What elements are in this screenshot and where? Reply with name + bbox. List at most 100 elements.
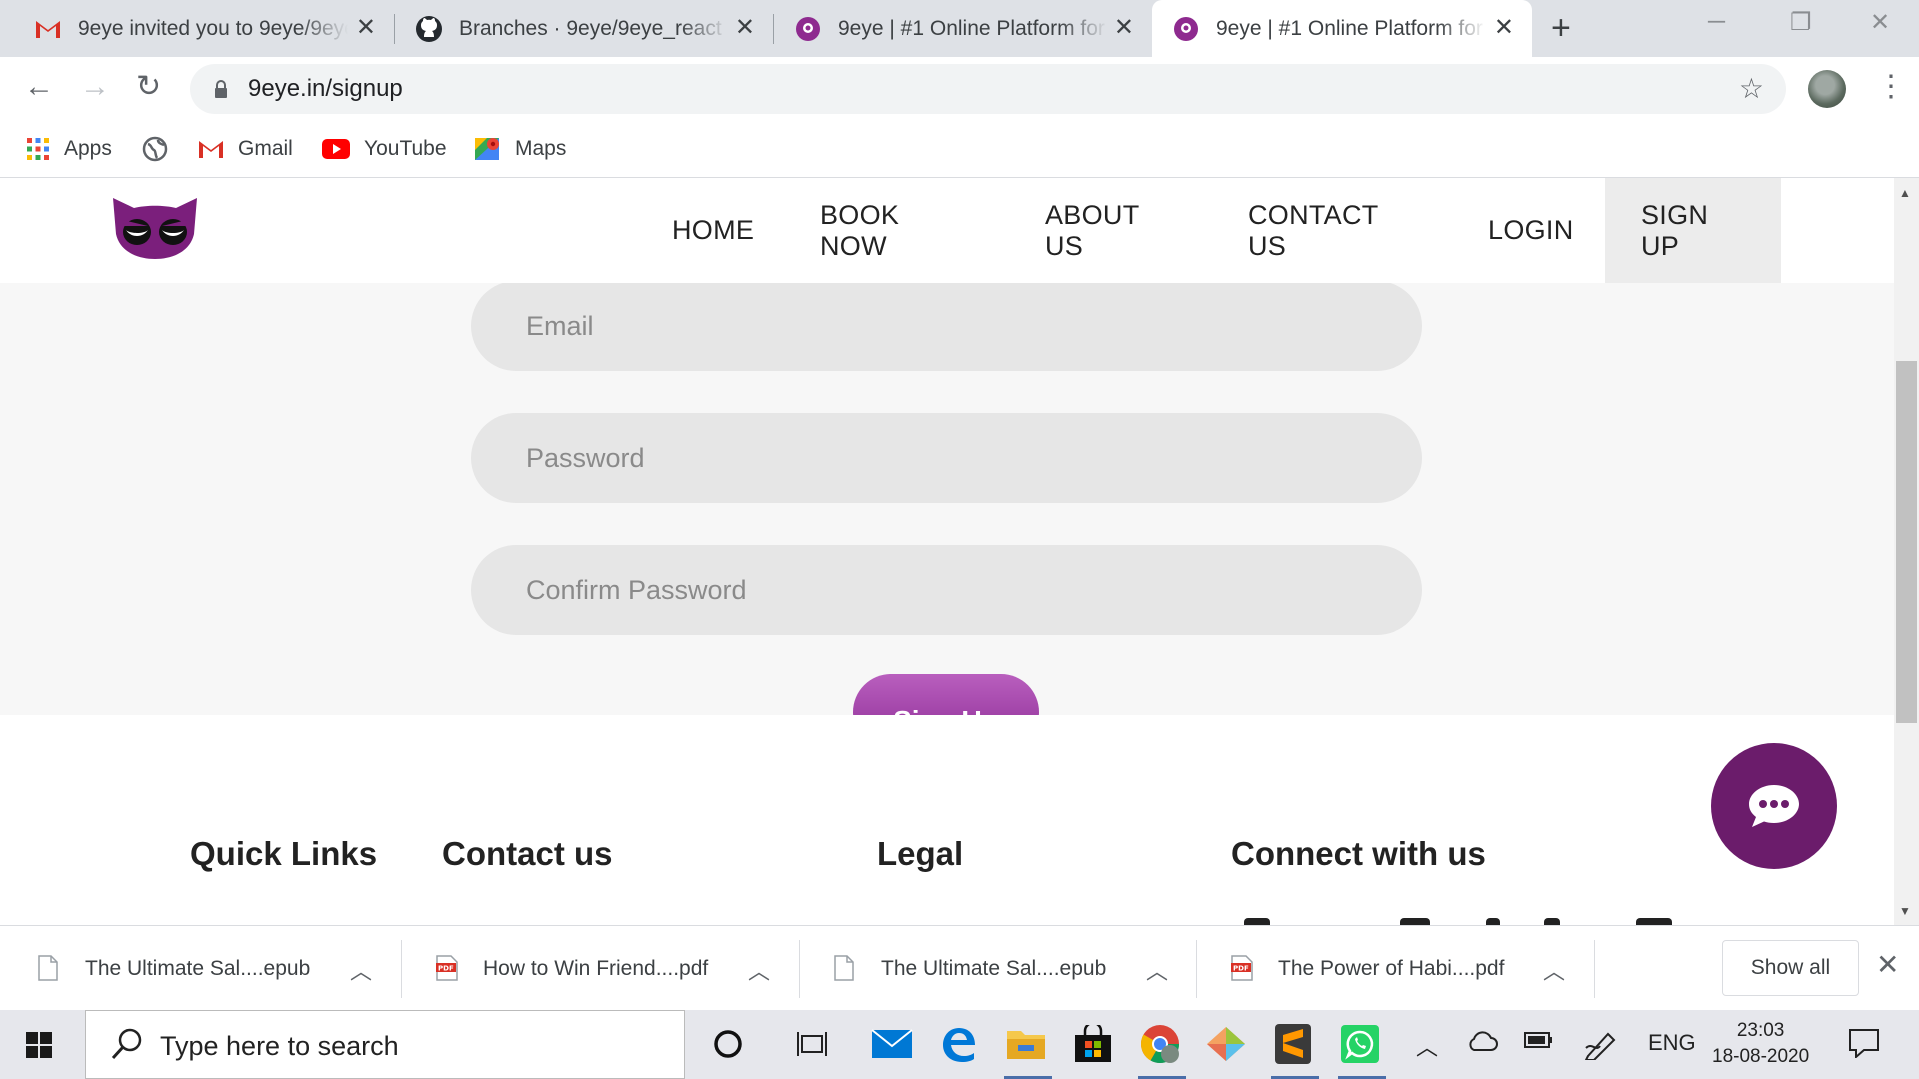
language-indicator[interactable]: ENG (1648, 1030, 1696, 1056)
nav-book-now[interactable]: BOOK NOW (820, 178, 899, 283)
show-all-downloads-button[interactable]: Show all (1722, 940, 1859, 996)
password-field[interactable] (471, 413, 1422, 503)
restore-icon[interactable]: ❐ (1790, 8, 1812, 37)
search-icon (111, 1028, 142, 1060)
back-icon[interactable]: ← (24, 71, 54, 103)
bookmark-apps[interactable]: Apps (26, 131, 112, 167)
menu-kebab-icon[interactable]: ⋮ (1876, 69, 1906, 105)
download-item[interactable]: The Ultimate Sal....epub ︿ (796, 926, 1194, 1011)
new-tab-button[interactable]: + (1551, 10, 1571, 46)
tab-9eye-1[interactable]: 9eye | #1 Online Platform for ✕ (774, 0, 1152, 57)
sign-up-button[interactable]: Sign Up (853, 674, 1039, 715)
task-view-icon[interactable] (790, 1022, 834, 1066)
page-scrollbar[interactable]: ▲ ▼ (1894, 178, 1919, 925)
chevron-up-icon[interactable]: ︿ (1146, 954, 1168, 986)
close-tab-icon[interactable]: ✕ (356, 16, 376, 40)
lock-icon (215, 80, 227, 98)
sublime-text-icon[interactable] (1271, 1022, 1315, 1066)
nav-contact-us[interactable]: CONTACT US (1248, 178, 1378, 283)
file-explorer-icon[interactable] (1004, 1022, 1048, 1066)
forward-icon[interactable]: → (80, 71, 110, 103)
chevron-up-icon[interactable]: ︿ (1543, 954, 1565, 986)
download-item[interactable]: The Ultimate Sal....epub ︿ (0, 926, 398, 1011)
onedrive-cloud-icon[interactable] (1466, 1030, 1498, 1058)
nav-login[interactable]: LOGIN (1488, 178, 1574, 283)
svg-text:PDF: PDF (438, 965, 454, 973)
bookmark-gmail[interactable]: Gmail (198, 131, 293, 167)
close-shelf-icon[interactable]: ✕ (1876, 950, 1899, 980)
whatsapp-icon[interactable] (1636, 918, 1672, 925)
browser-toolbar: ← → ↻ 9eye.in/signup ☆ ⋮ (0, 57, 1919, 121)
scroll-thumb[interactable] (1896, 361, 1917, 723)
tab-9eye-active[interactable]: 9eye | #1 Online Platform for ✕ (1152, 0, 1532, 57)
nav-sign-up[interactable]: SIGN UP (1605, 178, 1781, 283)
site-header: HOME BOOK NOW ABOUT US CONTACT US LOGIN … (0, 178, 1894, 283)
instagram-icon[interactable] (1400, 918, 1430, 925)
nav-about-us[interactable]: ABOUT US (1045, 178, 1139, 283)
minimize-icon[interactable]: ─ (1708, 8, 1725, 36)
linkedin-icon[interactable] (1544, 918, 1560, 925)
youtube-icon (322, 139, 350, 159)
gmail-icon (198, 139, 224, 159)
bookmark-youtube[interactable]: YouTube (322, 131, 447, 167)
site-footer: Quick Links Contact us Legal Connect wit… (0, 715, 1894, 925)
close-tab-icon[interactable]: ✕ (1494, 16, 1514, 40)
profile-avatar[interactable] (1808, 70, 1846, 108)
close-window-icon[interactable]: ✕ (1870, 8, 1890, 37)
mail-icon[interactable] (870, 1022, 914, 1066)
tab-github-branches[interactable]: Branches · 9eye/9eye_react ✕ (395, 0, 773, 57)
download-item[interactable]: PDF The Power of Habi....pdf ︿ (1193, 926, 1591, 1011)
footer-heading-connect: Connect with us (1231, 835, 1486, 872)
confirm-password-field[interactable] (471, 545, 1422, 635)
twitter-icon[interactable] (1486, 918, 1500, 925)
page-viewport: HOME BOOK NOW ABOUT US CONTACT US LOGIN … (0, 178, 1894, 925)
git-client-icon[interactable] (1204, 1022, 1248, 1066)
chat-bubble-icon (1749, 785, 1799, 827)
tab-title: 9eye | #1 Online Platform for (838, 16, 1105, 40)
address-bar[interactable]: 9eye.in/signup ☆ (190, 64, 1786, 114)
9eye-owl-logo[interactable] (110, 196, 200, 260)
scroll-up-arrow-icon[interactable]: ▲ (1899, 186, 1911, 200)
download-item[interactable]: PDF How to Win Friend....pdf ︿ (398, 926, 796, 1011)
maps-icon (475, 136, 501, 162)
notifications-icon[interactable] (1848, 1028, 1880, 1064)
download-filename: The Power of Habi....pdf (1278, 957, 1505, 980)
facebook-icon[interactable] (1244, 918, 1270, 925)
battery-icon[interactable] (1524, 1030, 1554, 1056)
tray-overflow-chevron-icon[interactable]: ︿ (1416, 1030, 1438, 1062)
bookmark-label: Apps (64, 137, 112, 160)
bookmark-star-icon[interactable]: ☆ (1739, 72, 1764, 105)
close-tab-icon[interactable]: ✕ (735, 16, 755, 40)
close-tab-icon[interactable]: ✕ (1114, 16, 1134, 40)
windows-start-icon[interactable] (26, 1032, 52, 1058)
nav-home[interactable]: HOME (672, 178, 754, 283)
bookmark-maps[interactable]: Maps (475, 131, 566, 167)
svg-text:PDF: PDF (1233, 965, 1249, 973)
edge-icon[interactable] (937, 1022, 981, 1066)
store-icon[interactable] (1071, 1022, 1115, 1066)
windows-taskbar: Type here to search ︿ ENG 23:03 18-08-20… (0, 1010, 1919, 1079)
chat-button[interactable] (1711, 743, 1837, 869)
bookmarks-bar: Apps Gmail YouTube Maps (0, 121, 1919, 178)
file-icon (834, 955, 854, 981)
chevron-up-icon[interactable]: ︿ (748, 954, 770, 986)
chrome-icon[interactable] (1138, 1022, 1182, 1066)
scroll-down-arrow-icon[interactable]: ▼ (1899, 904, 1911, 918)
download-filename: The Ultimate Sal....epub (881, 957, 1107, 980)
chevron-up-icon[interactable]: ︿ (350, 954, 372, 986)
shelf-divider (1594, 940, 1595, 998)
email-field[interactable] (471, 283, 1422, 371)
tab-gmail-invite[interactable]: 9eye invited you to 9eye/9eye_react ✕ (0, 0, 394, 57)
bookmark-globe[interactable] (142, 131, 182, 167)
reload-icon[interactable]: ↻ (136, 71, 161, 103)
system-clock[interactable]: 23:03 18-08-2020 (1712, 1018, 1809, 1070)
bookmark-label: Maps (515, 137, 567, 160)
pen-workspace-icon[interactable] (1584, 1030, 1620, 1066)
apps-grid-icon (26, 137, 50, 161)
download-filename: How to Win Friend....pdf (483, 957, 709, 980)
taskbar-search-box[interactable]: Type here to search (85, 1010, 685, 1079)
cortana-icon[interactable] (706, 1022, 750, 1066)
download-filename: The Ultimate Sal....epub (85, 957, 311, 980)
pdf-file-icon: PDF (436, 955, 458, 981)
whatsapp-icon[interactable] (1338, 1022, 1382, 1066)
